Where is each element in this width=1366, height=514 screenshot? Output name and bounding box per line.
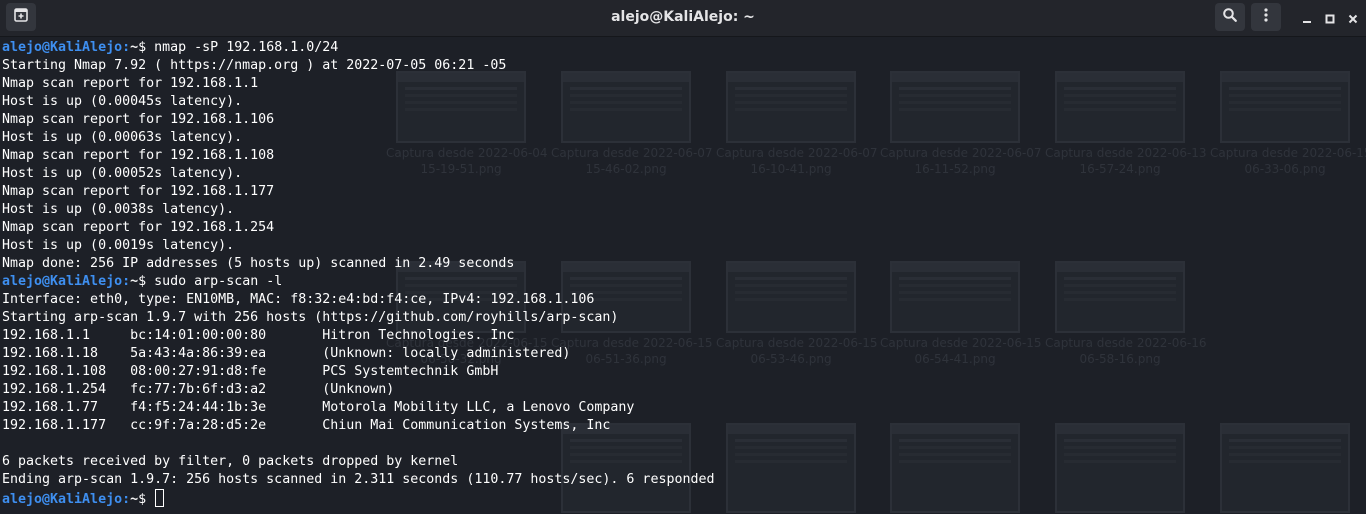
output-text: Host is up (0.00045s latency). [2,94,243,109]
output-line: Host is up (0.00063s latency). [2,129,714,147]
output-text: Host is up (0.0019s latency). [2,238,235,253]
prompt-symbol: $ [138,40,155,55]
prompt-line: alejo@KaliAlejo:~$ sudo arp-scan -l [2,273,714,291]
output-line: Nmap scan report for 192.168.1.254 [2,219,714,237]
terminal-window: alejo@KaliAlejo: ~ Captura desde 2022-06… [0,0,1366,514]
prompt-separator: : [122,40,131,55]
titlebar: alejo@KaliAlejo: ~ [0,0,1366,37]
output-text: Host is up (0.0038s latency). [2,202,235,217]
output-line: 192.168.1.1 bc:14:01:00:00:80 Hitron Tec… [2,327,714,345]
prompt-user-host: alejo@KaliAlejo [2,274,123,289]
output-text: Nmap scan report for 192.168.1.108 [2,148,275,163]
output-line: Nmap done: 256 IP addresses (5 hosts up)… [2,255,714,273]
menu-button[interactable] [1251,3,1281,31]
close-icon [1348,9,1358,28]
maximize-icon [1325,9,1335,28]
command-text: nmap -sP 192.168.1.0/24 [154,40,339,55]
command-text: sudo arp-scan -l [154,274,283,289]
output-line: Nmap scan report for 192.168.1.1 [2,75,714,93]
desktop-file-label: Captura desde 2022-06-13 16-57-24.png [1045,146,1207,176]
output-line [2,435,714,453]
output-text: 192.168.1.77 f4:f5:24:44:1b:3e Motorola … [2,400,635,415]
output-text: 192.168.1.254 fc:77:7b:6f:d3:a2 (Unknown… [2,382,395,397]
desktop-file-label: Captura desde 2022-06-15 06-33-06.png [1210,146,1366,176]
desktop-file-label: Captura desde 2022-06-15 06-53-46.png [716,336,878,366]
desktop-file-thumbnail [890,423,1020,513]
output-text: Interface: eth0, type: EN10MB, MAC: f8:3… [2,292,595,307]
output-text: Starting arp-scan 1.9.7 with 256 hosts (… [2,310,619,325]
output-text: Nmap done: 256 IP addresses (5 hosts up)… [2,256,515,271]
desktop-file-label: Captura desde 2022-06-15 06-54-41.png [880,336,1042,366]
output-text: 192.168.1.108 08:00:27:91:d8:fe PCS Syst… [2,364,499,379]
output-text: Ending arp-scan 1.9.7: 256 hosts scanned… [2,472,715,487]
output-text: Host is up (0.00052s latency). [2,166,243,181]
terminal-area[interactable]: Captura desde 2022-06-04 15-19-51.png Capt… [0,37,1366,514]
close-button[interactable] [1343,8,1363,28]
output-text: Nmap scan report for 192.168.1.1 [2,76,259,91]
output-line: Ending arp-scan 1.9.7: 256 hosts scanned… [2,471,714,489]
new-tab-icon [13,7,29,27]
prompt-line: alejo@KaliAlejo:~$ nmap -sP 192.168.1.0/… [2,39,714,57]
desktop-file-thumbnail [890,261,1020,333]
desktop-file-thumbnail [1220,423,1350,513]
output-text: 192.168.1.177 cc:9f:7a:28:d5:2e Chiun Ma… [2,418,611,433]
prompt-path: ~ [130,274,139,289]
desktop-file-thumbnail [890,71,1020,143]
desktop-file-label: Captura desde 2022-06-16 06-58-16.png [1045,336,1207,366]
desktop-file-thumbnail [726,71,856,143]
minimize-button[interactable] [1297,8,1317,28]
prompt-path: ~ [130,40,139,55]
prompt-line: alejo@KaliAlejo:~$ [2,489,714,507]
desktop-file-label: Captura desde 2022-06-07 16-10-41.png [716,146,878,176]
output-text: Host is up (0.00063s latency). [2,130,243,145]
output-text: Nmap scan report for 192.168.1.177 [2,184,275,199]
search-icon [1222,7,1238,27]
prompt-user-host: alejo@KaliAlejo [2,492,123,507]
prompt-user-host: alejo@KaliAlejo [2,40,123,55]
desktop-file-thumbnail [1055,71,1185,143]
output-line: 192.168.1.108 08:00:27:91:d8:fe PCS Syst… [2,363,714,381]
maximize-button[interactable] [1320,8,1340,28]
output-line: 192.168.1.177 cc:9f:7a:28:d5:2e Chiun Ma… [2,417,714,435]
desktop-file-thumbnail [1055,261,1185,333]
desktop-file-thumbnail [726,261,856,333]
desktop-file-label: Captura desde 2022-06-07 16-11-52.png [880,146,1042,176]
desktop-file-thumbnail [1055,423,1185,513]
output-text: 6 packets received by filter, 0 packets … [2,454,459,469]
desktop-file-thumbnail [726,423,856,513]
output-line: Starting arp-scan 1.9.7 with 256 hosts (… [2,309,714,327]
window-title: alejo@KaliAlejo: ~ [611,9,755,25]
output-line: Interface: eth0, type: EN10MB, MAC: f8:3… [2,291,714,309]
output-line: Host is up (0.0019s latency). [2,237,714,255]
output-text: 192.168.1.18 5a:43:4a:86:39:ea (Unknown:… [2,346,571,361]
prompt-symbol: $ [138,274,155,289]
output-text: Nmap scan report for 192.168.1.254 [2,220,275,235]
output-line: Starting Nmap 7.92 ( https://nmap.org ) … [2,57,714,75]
output-text: Starting Nmap 7.92 ( https://nmap.org ) … [2,58,507,73]
output-line: 192.168.1.18 5a:43:4a:86:39:ea (Unknown:… [2,345,714,363]
output-line: Nmap scan report for 192.168.1.108 [2,147,714,165]
output-text: 192.168.1.1 bc:14:01:00:00:80 Hitron Tec… [2,328,515,343]
output-line: Nmap scan report for 192.168.1.106 [2,111,714,129]
prompt-separator: : [122,492,131,507]
search-button[interactable] [1215,3,1245,31]
prompt-symbol: $ [138,492,155,507]
output-line: Nmap scan report for 192.168.1.177 [2,183,714,201]
text-cursor [155,489,165,507]
output-line: 192.168.1.254 fc:77:7b:6f:d3:a2 (Unknown… [2,381,714,399]
desktop-file-thumbnail [1220,71,1350,143]
kebab-menu-icon [1258,7,1274,27]
new-tab-button[interactable] [6,3,36,31]
output-line: Host is up (0.00052s latency). [2,165,714,183]
prompt-separator: : [122,274,131,289]
output-line: 6 packets received by filter, 0 packets … [2,453,714,471]
output-line: 192.168.1.77 f4:f5:24:44:1b:3e Motorola … [2,399,714,417]
output-text: Nmap scan report for 192.168.1.106 [2,112,275,127]
terminal-output: alejo@KaliAlejo:~$ nmap -sP 192.168.1.0/… [2,39,714,507]
output-line: Host is up (0.00045s latency). [2,93,714,111]
minimize-icon [1302,9,1312,28]
output-line: Host is up (0.0038s latency). [2,201,714,219]
prompt-path: ~ [130,492,139,507]
